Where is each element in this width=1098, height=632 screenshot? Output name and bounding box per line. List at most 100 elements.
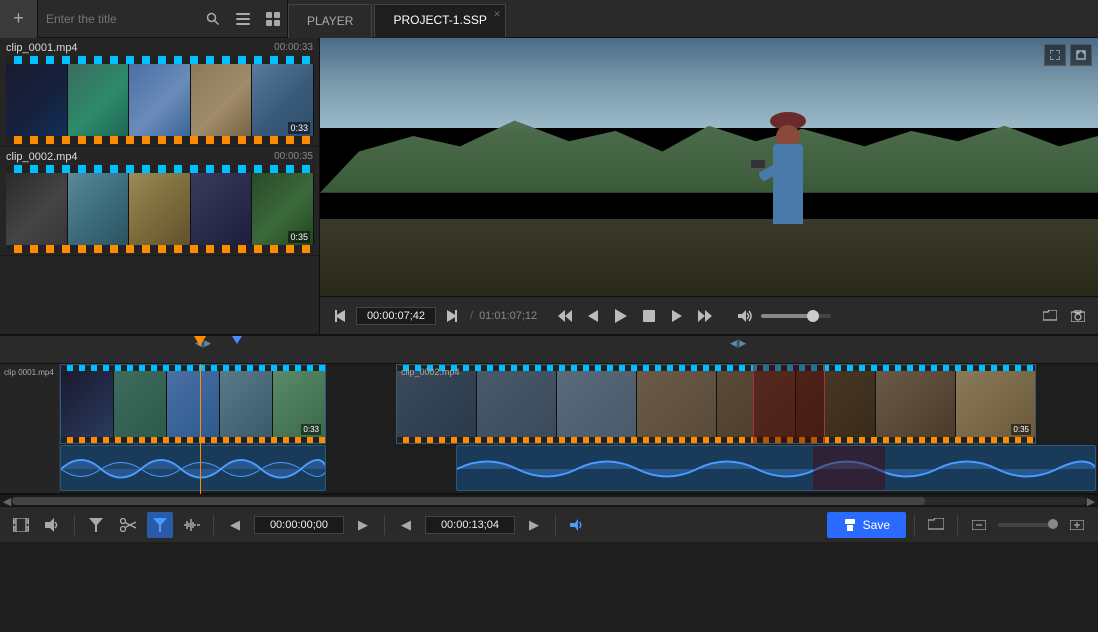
scrollbar-left-arrow[interactable]: ◀ bbox=[2, 495, 12, 507]
main-area: clip_0001.mp4 00:00:33 0:33 clip_0002.mp… bbox=[0, 38, 1098, 334]
zoom-slider[interactable] bbox=[998, 523, 1058, 527]
search-button[interactable] bbox=[198, 0, 228, 38]
phone-prop bbox=[750, 159, 766, 169]
media-item-1-name: clip_0001.mp4 bbox=[6, 42, 78, 54]
timeline-section: ◀|▶ ◀|▶ 00:00:00;00 00:00:05;00 00:00:10… bbox=[0, 334, 1098, 506]
scrollbar-track[interactable] bbox=[12, 497, 1086, 505]
media-item-1-thumbtime: 0:33 bbox=[288, 122, 310, 134]
thumb-cell bbox=[68, 64, 130, 144]
track-label-text: clip 0001.mp4 bbox=[4, 368, 54, 377]
rewind-button[interactable] bbox=[553, 304, 577, 328]
list-view-button[interactable] bbox=[228, 0, 258, 38]
resize-button[interactable] bbox=[1044, 44, 1066, 66]
tab-project[interactable]: PROJECT-1.SSP ✕ bbox=[374, 4, 505, 38]
media-browser: clip_0001.mp4 00:00:33 0:33 clip_0002.mp… bbox=[0, 38, 320, 334]
timecode2-next-button[interactable]: ▶ bbox=[521, 512, 547, 538]
audio-track bbox=[60, 445, 1098, 493]
selected-audio bbox=[813, 446, 885, 490]
volume-icon[interactable] bbox=[733, 304, 757, 328]
clip-thumb bbox=[220, 371, 273, 437]
scene-person bbox=[748, 94, 828, 224]
clip-thumb bbox=[167, 371, 220, 437]
timecode-display-2: 00:00:13;04 bbox=[425, 516, 515, 534]
scissors-button[interactable] bbox=[115, 512, 141, 538]
save-button[interactable]: Save bbox=[827, 512, 906, 538]
video-preview bbox=[320, 38, 1098, 296]
film-strip-top-1 bbox=[6, 56, 314, 64]
zoom-knob bbox=[1048, 519, 1058, 529]
folder-button[interactable] bbox=[1038, 304, 1062, 328]
video-corner-controls bbox=[1044, 44, 1092, 66]
audio-button[interactable] bbox=[40, 512, 66, 538]
audio-block-1 bbox=[60, 445, 326, 491]
tab-player[interactable]: PLAYER bbox=[288, 4, 372, 38]
grid-view-button[interactable] bbox=[258, 0, 288, 38]
selected-segment bbox=[753, 365, 825, 443]
media-item-1-header: clip_0001.mp4 00:00:33 bbox=[6, 42, 313, 54]
zoom-expand-button[interactable] bbox=[1064, 512, 1090, 538]
scrollbar-thumb[interactable] bbox=[12, 497, 925, 505]
timeline-tracks: clip 0001.mp4 0:33 clip_ bbox=[0, 364, 1098, 494]
separator-3 bbox=[384, 515, 385, 535]
thumb-cell bbox=[129, 64, 191, 144]
separator-4 bbox=[555, 515, 556, 535]
filmstrip-button[interactable] bbox=[8, 512, 34, 538]
step-fwd-button[interactable] bbox=[665, 304, 689, 328]
prev-button[interactable] bbox=[328, 304, 352, 328]
media-item-2-duration: 00:00:35 bbox=[274, 151, 313, 163]
separator-2 bbox=[213, 515, 214, 535]
fullscreen-button[interactable] bbox=[1070, 44, 1092, 66]
clip-thumb bbox=[61, 371, 114, 437]
clip-time: 0:33 bbox=[301, 424, 321, 435]
tab-project-label: PROJECT-1.SSP bbox=[393, 13, 486, 27]
media-item-2-name: clip_0002.mp4 bbox=[6, 151, 78, 163]
timecode-display-1: 00:00:00;00 bbox=[254, 516, 344, 534]
clip-film-top-2 bbox=[397, 365, 1035, 371]
audio-toggle-button[interactable] bbox=[564, 512, 590, 538]
scene-sky bbox=[320, 38, 1098, 128]
current-timecode: 00:00:07;42 bbox=[356, 307, 436, 325]
tab-close-icon[interactable]: ✕ bbox=[493, 9, 501, 20]
zoom-shrink-button[interactable] bbox=[966, 512, 992, 538]
waveform-2 bbox=[457, 446, 1095, 491]
add-media-button[interactable]: + bbox=[0, 0, 38, 38]
folder-button-bottom[interactable] bbox=[923, 512, 949, 538]
volume-slider[interactable] bbox=[761, 314, 831, 318]
tab-area: PLAYER PROJECT-1.SSP ✕ bbox=[288, 0, 508, 38]
thumb-cell bbox=[129, 173, 191, 253]
media-item-2[interactable]: clip_0002.mp4 00:00:35 0:35 bbox=[0, 147, 319, 256]
play-pause-button[interactable] bbox=[609, 304, 633, 328]
total-timecode: 01:01:07;12 bbox=[479, 310, 537, 322]
fast-fwd-button[interactable] bbox=[693, 304, 717, 328]
volume-knob bbox=[807, 310, 819, 322]
clip-block-2[interactable]: clip_0002.mp4 0:35 bbox=[396, 364, 1036, 444]
video-track-row: clip 0001.mp4 0:33 clip_ bbox=[0, 364, 1098, 494]
media-item-1-thumbnail: 0:33 bbox=[6, 56, 314, 144]
clip-thumb bbox=[637, 371, 717, 437]
clip-thumb bbox=[114, 371, 167, 437]
scrollbar-right-arrow[interactable]: ▶ bbox=[1086, 495, 1096, 507]
next-button[interactable] bbox=[440, 304, 464, 328]
step-back-button[interactable] bbox=[581, 304, 605, 328]
thumb-cell bbox=[68, 173, 130, 253]
thumb-cell bbox=[191, 64, 253, 144]
title-input[interactable] bbox=[38, 12, 198, 26]
clip-block-1[interactable]: 0:33 bbox=[60, 364, 326, 444]
save-icon bbox=[843, 519, 857, 531]
timecode-next-button[interactable]: ▶ bbox=[350, 512, 376, 538]
track-label: clip 0001.mp4 bbox=[0, 364, 60, 493]
player-controls: 00:00:07;42 / 01:01:07;12 bbox=[320, 296, 1098, 334]
audio-wave-button[interactable] bbox=[179, 512, 205, 538]
clip-2-label: clip_0002.mp4 bbox=[401, 367, 460, 377]
audio-block-2 bbox=[456, 445, 1096, 491]
filter-active-button[interactable] bbox=[147, 512, 173, 538]
snapshot-button[interactable] bbox=[1066, 304, 1090, 328]
filter-button[interactable] bbox=[83, 512, 109, 538]
media-item-1[interactable]: clip_0001.mp4 00:00:33 0:33 bbox=[0, 38, 319, 147]
timecode-prev-button[interactable]: ◀ bbox=[222, 512, 248, 538]
thumb-cell bbox=[6, 64, 68, 144]
timeline-scrollbar: ◀ ▶ bbox=[0, 494, 1098, 506]
timecode2-prev-button[interactable]: ◀ bbox=[393, 512, 419, 538]
stop-button[interactable] bbox=[637, 304, 661, 328]
clip-thumb bbox=[397, 371, 477, 437]
